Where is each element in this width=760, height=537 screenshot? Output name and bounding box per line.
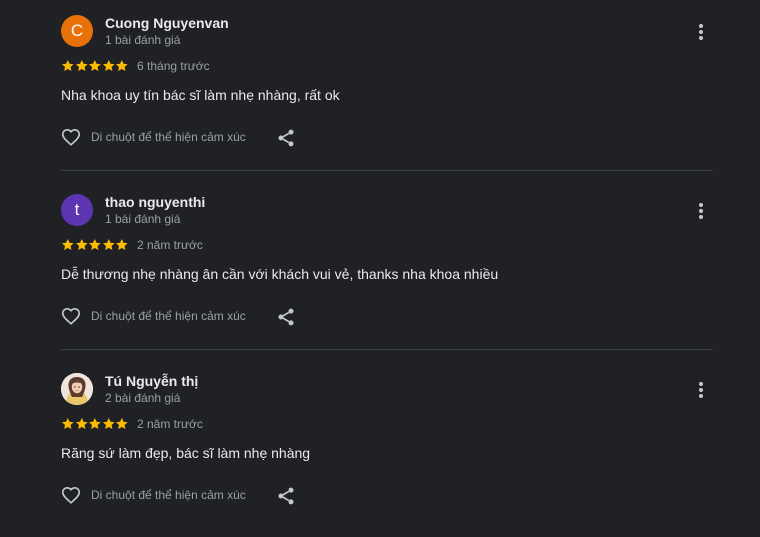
review-time: 6 tháng trước [137,59,210,73]
reaction-hint: Di chuột để thể hiện cảm xúc [91,130,246,144]
more-options-button[interactable] [689,378,713,402]
more-options-button[interactable] [689,20,713,44]
reaction-hint: Di chuột để thể hiện cảm xúc [91,488,246,502]
reviewer-name[interactable]: thao nguyenthi [105,194,205,210]
avatar[interactable] [61,373,93,405]
user-photo-icon [61,373,93,405]
star-icon [89,418,101,430]
star-icon [102,239,115,251]
reviewer-name[interactable]: Tú Nguyễn thị [105,373,198,389]
star-icon [61,418,74,430]
review-card: Tú Nguyễn thị 2 bài đánh giá 2 năm trước… [0,358,760,537]
share-icon[interactable] [276,486,296,506]
star-icon [61,239,74,251]
share-icon[interactable] [276,307,296,327]
star-icon [102,418,115,430]
review-card: t thao nguyenthi 1 bài đánh giá 2 năm tr… [0,179,760,358]
star-icon [75,418,88,430]
review-text: Nha khoa uy tín bác sĩ làm nhẹ nhàng, rấ… [61,87,340,103]
review-count: 1 bài đánh giá [105,33,181,47]
avatar[interactable]: t [61,194,93,226]
review-count: 2 bài đánh giá [105,391,181,405]
divider [61,349,713,350]
star-icon [116,418,129,430]
review-time: 2 năm trước [137,238,203,252]
heart-outline-icon[interactable] [60,126,82,148]
review-text: Dễ thương nhẹ nhàng ân cần với khách vui… [61,266,499,282]
share-icon[interactable] [276,128,296,148]
star-icon [61,60,74,72]
heart-outline-icon[interactable] [60,484,82,506]
divider [61,170,713,171]
more-options-button[interactable] [689,199,713,223]
more-vert-icon [699,203,703,219]
reviewer-name[interactable]: Cuong Nguyenvan [105,15,229,31]
star-icon [116,60,129,72]
star-rating [61,59,129,73]
avatar[interactable]: C [61,15,93,47]
star-icon [89,239,101,251]
star-rating [61,417,129,431]
review-time: 2 năm trước [137,417,203,431]
reaction-hint: Di chuột để thể hiện cảm xúc [91,309,246,323]
star-icon [102,60,115,72]
review-card: C Cuong Nguyenvan 1 bài đánh giá 6 tháng… [0,0,760,179]
heart-outline-icon[interactable] [60,305,82,327]
star-icon [89,60,101,72]
review-text: Răng sứ làm đẹp, bác sĩ làm nhẹ nhàng [61,445,311,461]
more-vert-icon [699,24,703,40]
star-rating [61,238,129,252]
star-icon [75,239,88,251]
star-icon [75,60,88,72]
more-vert-icon [699,382,703,398]
star-icon [116,239,129,251]
review-count: 1 bài đánh giá [105,212,181,226]
